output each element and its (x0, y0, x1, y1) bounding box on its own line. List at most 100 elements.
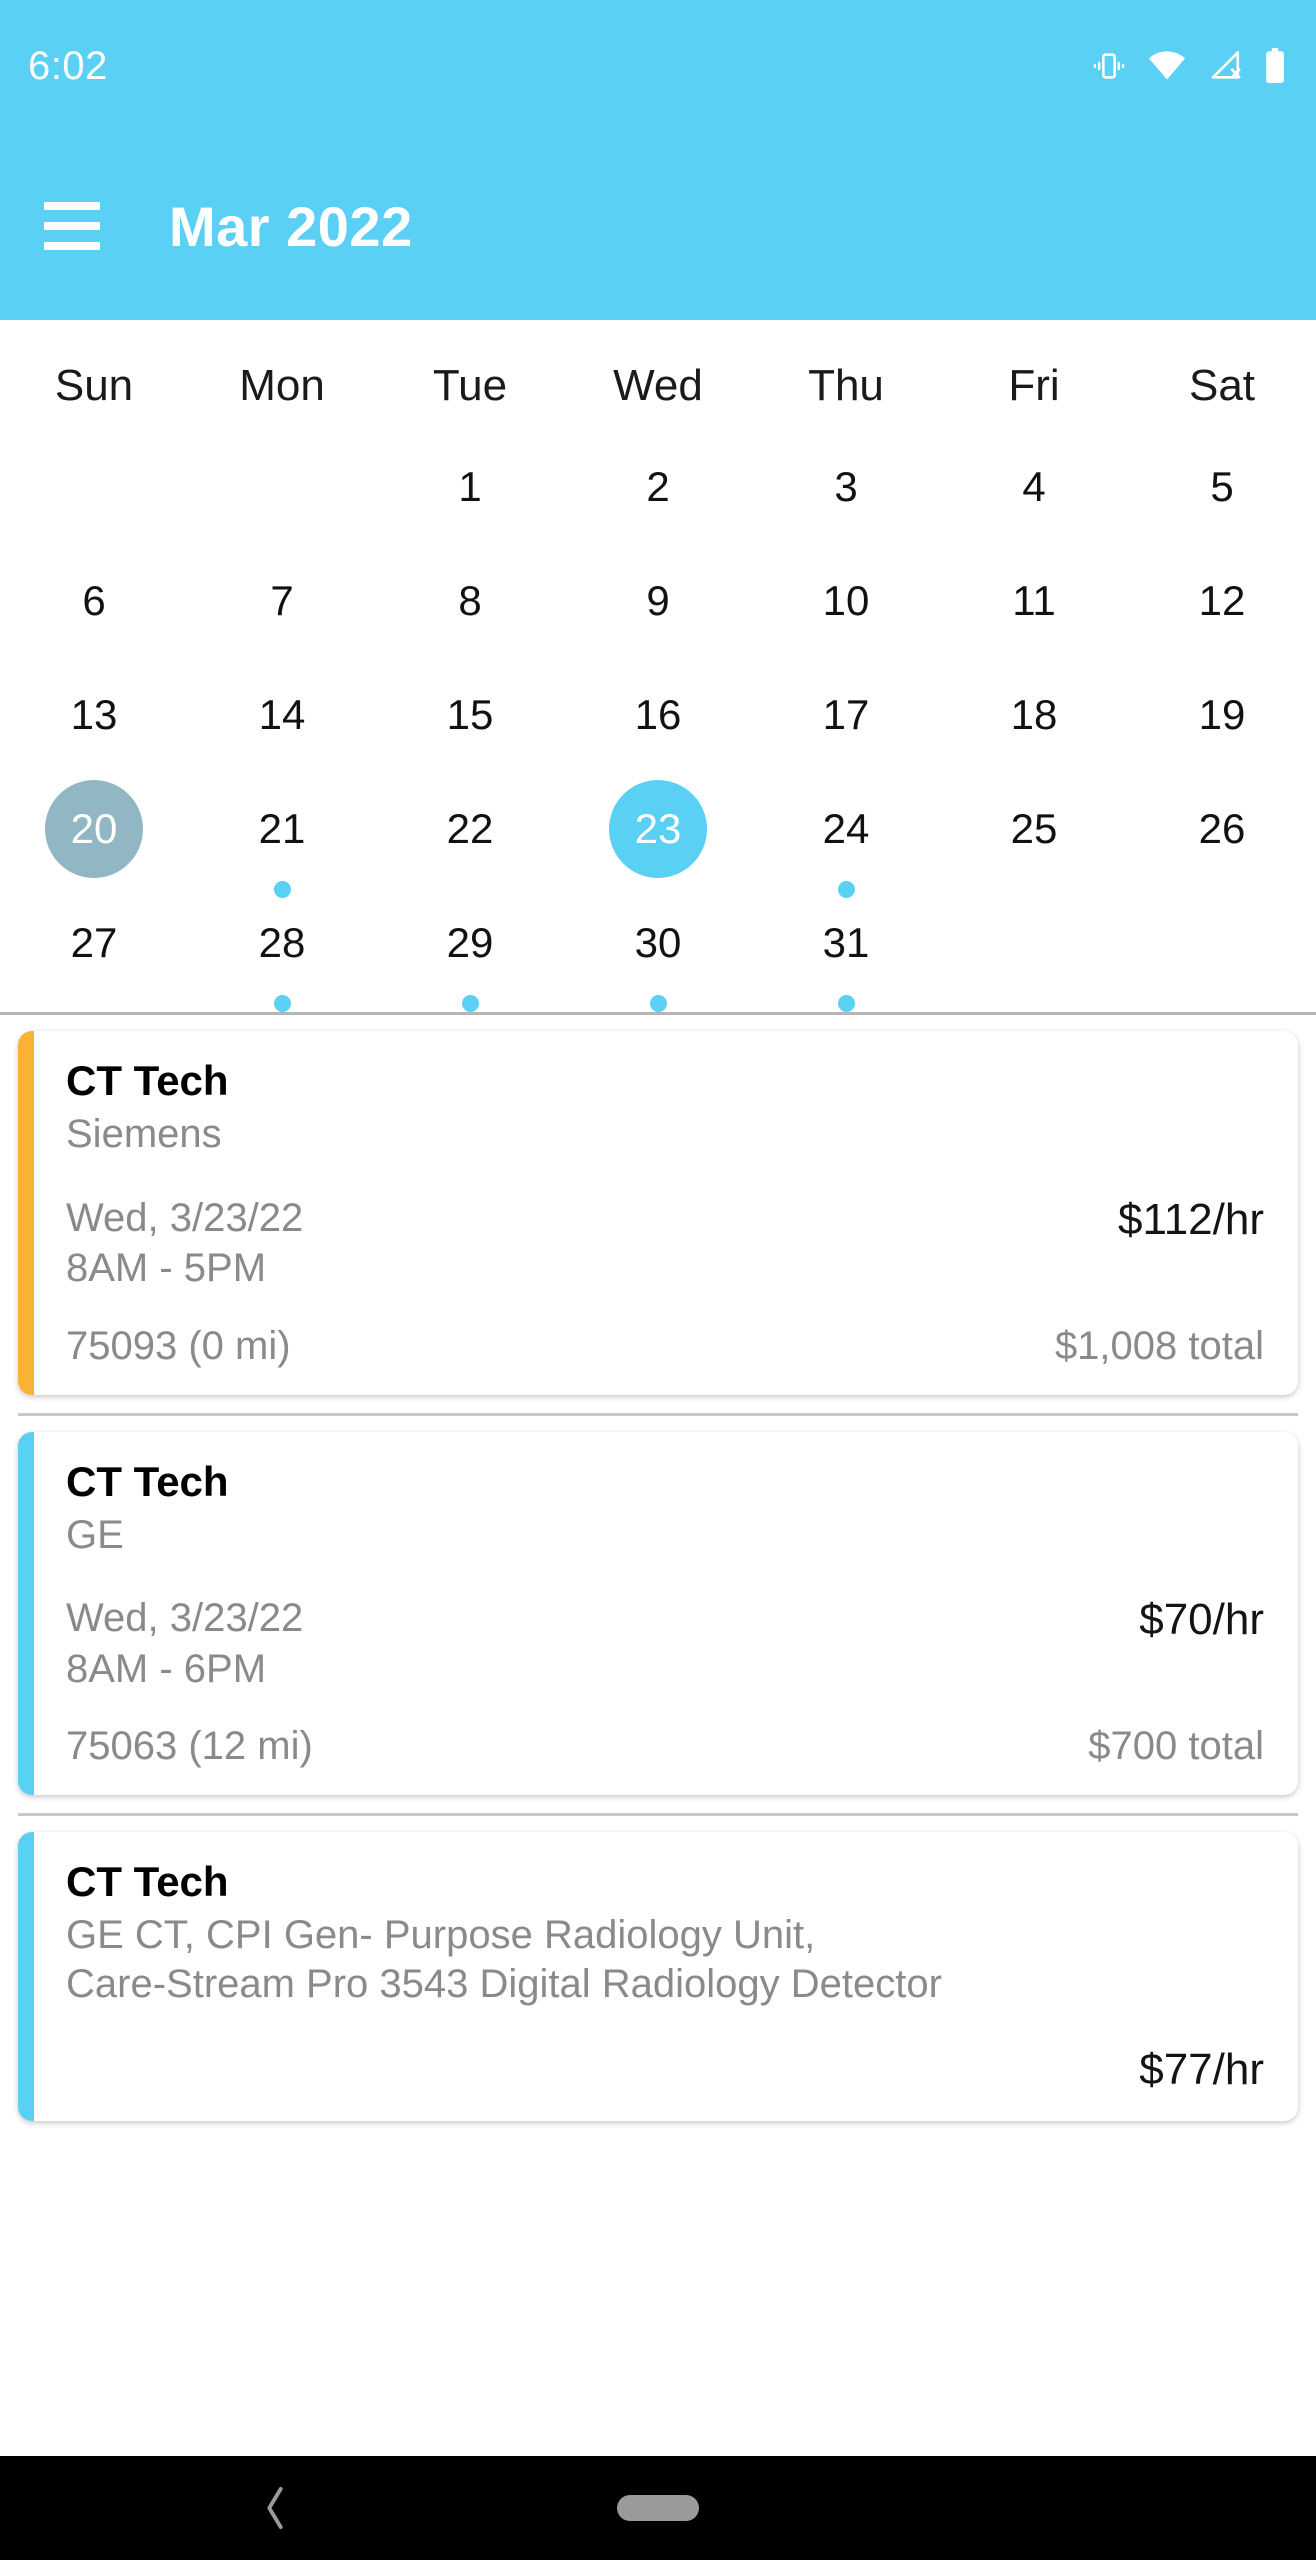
event-accent-bar (18, 1431, 34, 1796)
calendar-day-cell[interactable]: 20 (0, 776, 188, 898)
calendar-day-number: 11 (1012, 577, 1056, 624)
calendar-day-number: 6 (82, 577, 106, 624)
calendar-day-number: 14 (258, 691, 306, 738)
event-card[interactable]: CT Tech Siemens Wed, 3/23/22 8AM - 5PM $112/… (18, 1031, 1298, 1395)
calendar-day-cell[interactable]: 25 (940, 776, 1128, 898)
calendar-week-row: 13 14 15 16 17 18 19 (0, 662, 1316, 776)
event-slot: CT Tech GE CT, CPI Gen- Purpose Radiology… (0, 1816, 1316, 2121)
calendar-day-cell[interactable]: 11 (940, 548, 1128, 670)
weekday-label: Wed (613, 361, 703, 410)
event-hourly-rate: $70/hr (1139, 1595, 1264, 1645)
calendar-day-cell[interactable]: 4 (940, 434, 1128, 556)
event-summary-row: 75093 (0 mi) $1,008 total (66, 1324, 1264, 1369)
calendar-event-dot (837, 995, 855, 1012)
calendar-day-cell[interactable]: 14 (188, 662, 376, 784)
calendar-day-number: 26 (1198, 805, 1246, 852)
calendar-day-cell[interactable]: 9 (564, 548, 752, 670)
calendar-day-number: 22 (446, 805, 494, 852)
event-hourly-rate: $112/hr (1118, 1194, 1264, 1244)
calendar-day-number: 16 (634, 691, 682, 738)
event-schedule-row: Wed, 3/23/22 8AM - 5PM $112/hr (66, 1193, 1264, 1294)
calendar-day-cell[interactable]: 16 (564, 662, 752, 784)
event-title: CT Tech (66, 1457, 229, 1505)
calendar-day-cell[interactable]: 30 (564, 890, 752, 1012)
battery-icon (1264, 48, 1286, 84)
calendar-day-cell[interactable]: 8 (376, 548, 564, 670)
back-button-icon[interactable] (245, 2478, 305, 2538)
calendar-day-cell[interactable]: 15 (376, 662, 564, 784)
event-title: CT Tech (66, 1057, 229, 1104)
vibrate-icon (1092, 49, 1126, 83)
calendar-day-number: 9 (646, 577, 670, 624)
calendar-day-number: 15 (446, 691, 494, 738)
page-title: Mar 2022 (169, 194, 413, 258)
calendar-day-cell[interactable]: 24 (752, 776, 940, 898)
calendar-day-cell[interactable]: 13 (0, 662, 188, 784)
event-card-body: CT Tech GE CT, CPI Gen- Purpose Radiology… (34, 1832, 1298, 2121)
calendar-day-number: 18 (1010, 691, 1058, 738)
event-accent-bar (18, 1832, 34, 2121)
calendar-day-number: 13 (70, 691, 118, 738)
calendar-day-cell[interactable]: 12 (1128, 548, 1316, 670)
weekday-label: Tue (432, 361, 508, 410)
event-accent-bar (18, 1031, 34, 1395)
calendar-day-cell[interactable]: 27 (0, 890, 188, 1012)
event-card-body: CT Tech Siemens Wed, 3/23/22 8AM - 5PM $112/… (34, 1031, 1298, 1395)
calendar-day-cell[interactable]: 2 (564, 434, 752, 556)
calendar-day-cell[interactable]: 29 (376, 890, 564, 1012)
wifi-icon (1148, 50, 1186, 82)
status-bar: 6:02 (0, 0, 1316, 132)
calendar-week-row: 20 21 22 23 24 25 26 (0, 776, 1316, 898)
calendar-day-empty (1128, 890, 1316, 1012)
event-title: CT Tech (66, 1858, 229, 1906)
calendar-day-cell[interactable]: 23 (564, 776, 752, 898)
event-datetime: Wed, 3/23/22 8AM - 5PM (66, 1195, 304, 1291)
weekday-label: Mon (239, 361, 325, 410)
calendar-day-cell[interactable]: 26 (1128, 776, 1316, 898)
calendar-day-cell[interactable]: 7 (188, 548, 376, 670)
android-navigation-bar (0, 2456, 1316, 2560)
calendar-day-today: 20 (45, 780, 143, 878)
calendar-day-cell[interactable]: 10 (752, 548, 940, 670)
calendar-month-view: Sun Mon Tue Wed Thu Fri Sat 1 2 3 4 5 6 7 8 9 10 1… (0, 320, 1316, 1015)
weekday-label: Sun (54, 361, 134, 410)
calendar-day-cell[interactable]: 17 (752, 662, 940, 784)
calendar-day-cell[interactable]: 19 (1128, 662, 1316, 784)
weekday-label: Thu (808, 361, 884, 410)
event-card[interactable]: CT Tech GE Wed, 3/23/22 8AM - 6PM $70/hr 7506… (18, 1431, 1298, 1796)
calendar-day-cell[interactable]: 21 (188, 776, 376, 898)
event-location: 75093 (0 mi) (66, 1323, 291, 1368)
event-hourly-rate: $77/hr (1139, 2044, 1264, 2094)
calendar-day-number: 3 (834, 463, 858, 510)
cellular-no-signal-icon (1208, 50, 1242, 82)
calendar-day-cell[interactable]: 31 (752, 890, 940, 1012)
event-card[interactable]: CT Tech GE CT, CPI Gen- Purpose Radiology… (18, 1832, 1298, 2121)
home-pill-button[interactable] (617, 2495, 699, 2521)
calendar-week-row: 27 28 29 30 31 (0, 890, 1316, 1012)
calendar-day-cell[interactable]: 6 (0, 548, 188, 670)
calendar-day-cell[interactable]: 5 (1128, 434, 1316, 556)
calendar-day-number: 28 (258, 919, 306, 966)
calendar-day-number: 21 (258, 805, 306, 852)
calendar-day-number: 17 (822, 691, 870, 738)
calendar-day-number: 31 (822, 919, 870, 966)
calendar-day-number: 5 (1210, 463, 1234, 510)
event-card-body: CT Tech GE Wed, 3/23/22 8AM - 6PM $70/hr 7506… (34, 1432, 1298, 1796)
calendar-day-number: 7 (270, 577, 294, 624)
hamburger-menu-icon[interactable] (38, 190, 110, 262)
calendar-day-number: 30 (634, 919, 682, 966)
event-slot: CT Tech GE Wed, 3/23/22 8AM - 6PM $70/hr 7506… (0, 1416, 1316, 1817)
calendar-day-cell[interactable]: 3 (752, 434, 940, 556)
calendar-day-cell[interactable]: 1 (376, 434, 564, 556)
calendar-day-cell[interactable]: 22 (376, 776, 564, 898)
calendar-day-cell[interactable]: 18 (940, 662, 1128, 784)
calendar-day-empty (188, 434, 376, 556)
calendar-day-number: 1 (458, 463, 482, 510)
calendar-day-number: 25 (1010, 805, 1058, 852)
event-slot: CT Tech Siemens Wed, 3/23/22 8AM - 5PM $112/… (0, 1015, 1316, 1416)
calendar-day-number: 19 (1198, 691, 1246, 738)
event-list[interactable]: CT Tech Siemens Wed, 3/23/22 8AM - 5PM $112/… (0, 1015, 1316, 2560)
calendar-day-cell[interactable]: 28 (188, 890, 376, 1012)
calendar-day-number: 10 (822, 577, 870, 624)
calendar-day-number: 24 (822, 805, 870, 852)
